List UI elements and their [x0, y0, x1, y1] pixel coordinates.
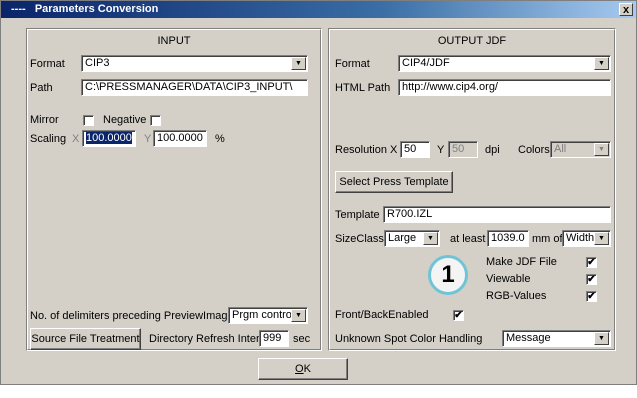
colors-label: Colors	[518, 144, 550, 156]
ok-button-label: K	[303, 363, 311, 375]
template-field[interactable]: R700.IZL	[383, 206, 611, 223]
delimiters-label: No. of delimiters preceding PreviewImage	[30, 310, 234, 322]
mirror-label: Mirror	[30, 114, 59, 126]
chevron-down-icon[interactable]: ▼	[594, 143, 609, 156]
make-jdf-label: Make JDF File	[486, 256, 557, 268]
input-path-label: Path	[30, 82, 53, 94]
refresh-interval-field[interactable]: 999	[259, 330, 289, 347]
scaling-y-field[interactable]: 100.0000	[153, 130, 207, 147]
scaling-y-value: 100.0000	[157, 132, 203, 144]
title-bar[interactable]: ---- Parameters Conversion x	[1, 1, 636, 18]
output-format-value: CIP4/JDF	[402, 57, 450, 69]
chevron-down-icon[interactable]: ▼	[423, 232, 438, 245]
front-back-checkbox[interactable]: ✔	[453, 310, 464, 321]
delimiters-select[interactable]: Prgm control ▼	[228, 307, 308, 324]
mirror-checkbox[interactable]	[83, 115, 94, 126]
chevron-down-icon[interactable]: ▼	[594, 332, 609, 345]
resolution-x-value: 50	[404, 143, 417, 155]
refresh-interval-value: 999	[263, 332, 282, 344]
scaling-x-field[interactable]: 100.0000	[82, 130, 136, 147]
input-heading: INPUT	[157, 35, 191, 47]
sizeclass-select[interactable]: Large ▼	[384, 230, 440, 247]
colors-value: All	[554, 143, 567, 155]
mm-of-label: mm of	[532, 233, 563, 245]
make-jdf-checkbox[interactable]: ✔	[586, 257, 597, 268]
resolution-x-field[interactable]: 50	[400, 141, 430, 158]
resolution-label: Resolution	[335, 144, 387, 156]
delimiters-value: Prgm control	[232, 309, 295, 321]
output-format-label: Format	[335, 58, 370, 70]
chevron-down-icon[interactable]: ▼	[291, 309, 306, 322]
at-least-value: 1039.0	[491, 232, 525, 244]
width-value: Width	[566, 232, 595, 244]
output-panel: OUTPUT JDF Format CIP4/JDF ▼ HTML Path h…	[328, 28, 616, 351]
ok-button[interactable]: OK	[258, 358, 348, 380]
source-file-treatment-button[interactable]: Source File Treatment	[30, 328, 141, 350]
width-select[interactable]: Width ▼	[562, 230, 611, 247]
window-title: ---- Parameters Conversion	[11, 3, 159, 15]
html-path-value: http://www.cip4.org/	[402, 81, 498, 93]
dpi-label: dpi	[485, 144, 500, 156]
html-path-label: HTML Path	[335, 82, 391, 94]
rgb-values-checkbox[interactable]: ✔	[586, 291, 597, 302]
scaling-label: Scaling	[30, 133, 67, 145]
select-press-template-button[interactable]: Select Press Template	[335, 171, 453, 193]
unknown-spot-select[interactable]: Message ▼	[502, 330, 611, 347]
input-path-value: C:\PRESSMANAGER\DATA\CIP3_INPUT\	[85, 81, 293, 93]
colors-select[interactable]: All ▼	[550, 141, 611, 158]
parameters-conversion-dialog: ---- Parameters Conversion x INPUT Forma…	[0, 0, 637, 385]
input-path-field[interactable]: C:\PRESSMANAGER\DATA\CIP3_INPUT\	[81, 79, 308, 96]
resolution-y-value: 50	[452, 143, 465, 155]
chevron-down-icon[interactable]: ▼	[594, 232, 609, 245]
output-heading: OUTPUT JDF	[437, 35, 507, 47]
scaling-y-label: Y	[144, 133, 152, 145]
rgb-values-label: RGB-Values	[486, 290, 547, 302]
html-path-field[interactable]: http://www.cip4.org/	[398, 79, 611, 96]
template-value: R700.IZL	[387, 208, 433, 220]
sizeclass-value: Large	[388, 232, 417, 244]
refresh-interval-label: Directory Refresh Interv.	[149, 333, 268, 345]
output-format-select[interactable]: CIP4/JDF ▼	[398, 55, 611, 72]
scaling-x-value: 100.0000	[86, 132, 132, 144]
at-least-label: at least	[450, 233, 486, 245]
unknown-spot-value: Message	[506, 332, 551, 344]
at-least-field[interactable]: 1039.0	[487, 230, 529, 247]
step-number-callout: 1	[428, 255, 468, 295]
resolution-y-field[interactable]: 50	[448, 141, 478, 158]
template-label: Template	[335, 209, 380, 221]
viewable-label: Viewable	[486, 273, 531, 285]
unknown-spot-label: Unknown Spot Color Handling	[335, 333, 483, 345]
scaling-unit: %	[215, 133, 225, 145]
ok-button-accelerator: O	[295, 363, 304, 375]
viewable-checkbox[interactable]: ✔	[586, 274, 597, 285]
negative-checkbox[interactable]	[150, 115, 161, 126]
negative-label: Negative	[103, 114, 147, 126]
close-button[interactable]: x	[619, 3, 633, 16]
sizeclass-label: SizeClass	[335, 233, 384, 245]
input-panel: INPUT Format CIP3 ▼ Path C:\PRESSMANAGER…	[26, 28, 322, 351]
input-format-label: Format	[30, 58, 65, 70]
input-format-select[interactable]: CIP3 ▼	[81, 55, 308, 72]
resolution-x-label: X	[390, 144, 398, 156]
chevron-down-icon[interactable]: ▼	[291, 57, 306, 70]
refresh-unit: sec	[293, 333, 311, 345]
input-format-value: CIP3	[85, 57, 110, 69]
scaling-x-label: X	[72, 133, 80, 145]
front-back-label: Front/BackEnabled	[335, 309, 429, 321]
resolution-y-label: Y	[437, 144, 445, 156]
chevron-down-icon[interactable]: ▼	[594, 57, 609, 70]
